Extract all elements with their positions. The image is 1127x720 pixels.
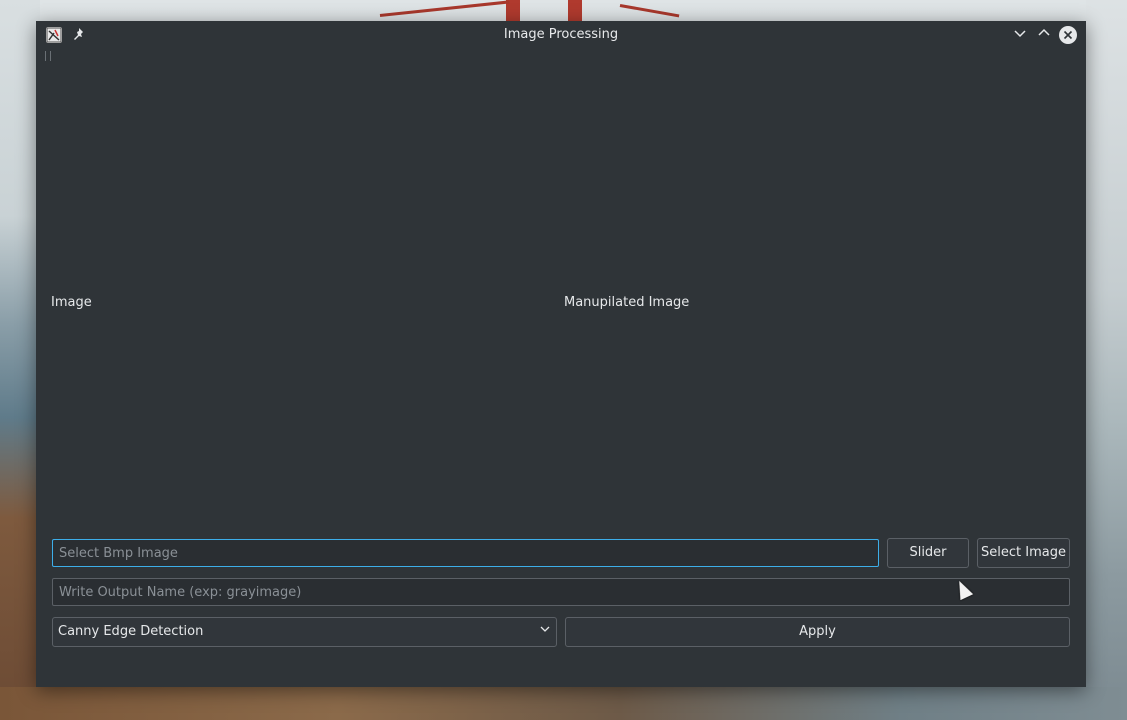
bridge-tower-right	[568, 0, 582, 21]
apply-button[interactable]: Apply	[565, 617, 1070, 647]
bmp-image-input[interactable]	[52, 539, 879, 567]
original-image-label: Image	[51, 295, 92, 310]
window-title: Image Processing	[503, 27, 619, 42]
output-name-input[interactable]	[52, 578, 1070, 606]
bridge-cable	[379, 0, 510, 17]
close-icon[interactable]	[1059, 26, 1077, 44]
desktop-wallpaper-bottom	[0, 687, 1127, 720]
bridge-cable	[619, 4, 680, 18]
select-image-button[interactable]: Select Image	[977, 538, 1070, 568]
desktop-wallpaper-left	[0, 0, 40, 720]
manipulated-image-label: Manupilated Image	[564, 295, 690, 310]
operation-select-value: Canny Edge Detection	[58, 624, 204, 639]
chevron-down-icon[interactable]	[1011, 26, 1029, 44]
operation-select[interactable]: Canny Edge Detection	[52, 617, 557, 647]
chevron-up-icon[interactable]	[1035, 26, 1053, 44]
slider-button[interactable]: Slider	[887, 538, 969, 568]
desktop-wallpaper-right	[1086, 0, 1127, 720]
titlebar[interactable]: Image Processing	[36, 21, 1086, 49]
chevron-down-icon	[538, 618, 552, 646]
toolbar-grip-handle[interactable]	[45, 51, 51, 61]
app-window: Image Processing Image Manupilated Image…	[36, 21, 1086, 687]
